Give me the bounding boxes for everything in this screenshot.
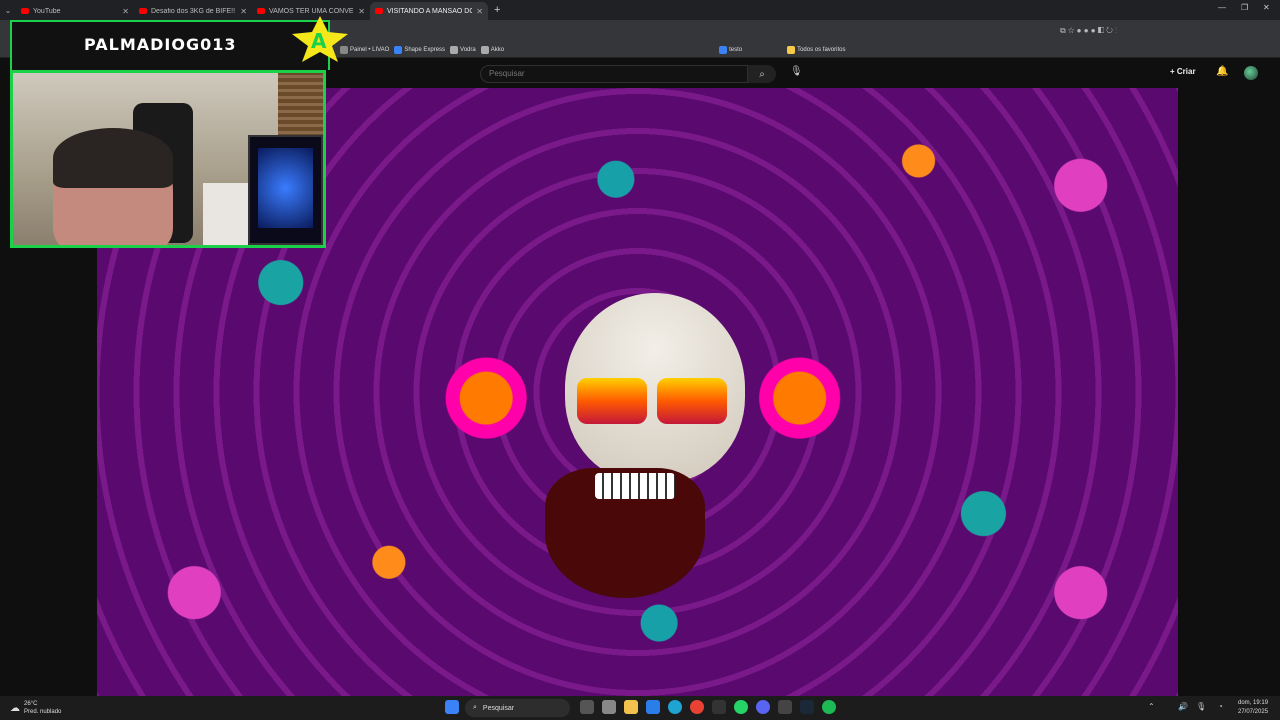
microphone-icon[interactable]: 🎙 [1196, 702, 1206, 711]
store-icon[interactable] [602, 700, 616, 714]
search-input[interactable]: Pesquisar [480, 65, 748, 83]
app-icon[interactable] [646, 700, 660, 714]
browser-tab-strip: ⌄ YouTube ✕ Desafio dos 3KG de BIFE!! Pa… [0, 0, 1280, 20]
volume-icon[interactable]: 🔊 [1178, 702, 1188, 711]
tab-desafio[interactable]: Desafio dos 3KG de BIFE!! Parte ✕ [134, 2, 252, 20]
task-view-icon[interactable] [580, 700, 594, 714]
bookmark-testo[interactable]: testo [719, 45, 742, 54]
bookmark-akko[interactable]: Akko [480, 45, 504, 54]
close-icon[interactable]: ✕ [240, 7, 247, 16]
extensions-icon[interactable]: ⧉ ☆ ● ● ● ◧ ↻ ⋮ [1060, 26, 1117, 36]
notifications-bell-icon[interactable]: 🔔 [1216, 66, 1228, 77]
webcam-feed [10, 70, 326, 248]
taskbar-search[interactable]: ⌕ Pesquisar [465, 699, 570, 717]
new-tab-button[interactable]: + [494, 4, 500, 16]
close-icon[interactable]: ✕ [358, 7, 365, 16]
bookmark-icon [480, 45, 489, 54]
youtube-icon [139, 8, 147, 14]
steam-icon[interactable] [800, 700, 814, 714]
cloud-icon: ☁ [10, 702, 20, 714]
search-icon: ⌕ [473, 704, 477, 711]
teeth-graphic [595, 473, 675, 499]
spotify-icon[interactable] [822, 700, 836, 714]
streamer-logo-icon: A [292, 16, 348, 62]
windows-taskbar: ☁ 26°C Pred. nublado ⌕ Pesquisar ⌃ 🔊 🎙 ◔ … [0, 696, 1280, 720]
chevron-up-icon[interactable]: ⌃ [1148, 702, 1155, 711]
tab-youtube[interactable]: YouTube ✕ [16, 2, 134, 20]
youtube-icon [21, 8, 29, 14]
edge-icon[interactable] [668, 700, 682, 714]
tab-search-chevron-icon[interactable]: ⌄ [0, 6, 16, 15]
file-explorer-icon[interactable] [624, 700, 638, 714]
youtube-icon [257, 8, 265, 14]
system-clock[interactable]: dom, 19:19 27/07/2025 [1238, 699, 1268, 717]
sunglasses-graphic [567, 378, 737, 428]
tab-title: YouTube [33, 7, 61, 15]
youtube-icon [375, 8, 383, 14]
maximize-icon[interactable]: ❐ [1241, 3, 1248, 12]
wifi-icon[interactable]: ◔ [1218, 702, 1223, 711]
streamer-name: PALMADIOG013 [84, 35, 237, 54]
discord-icon[interactable] [756, 700, 770, 714]
search-icon: ⌕ [759, 68, 765, 80]
bookmark-all-favorites[interactable]: Todos os favoritos [787, 45, 845, 54]
tab-title: Desafio dos 3KG de BIFE!! Parte [151, 7, 236, 15]
folder-icon [787, 45, 796, 54]
svg-text:A: A [311, 29, 327, 53]
avatar[interactable] [1244, 66, 1258, 80]
bookmark-icon [450, 45, 459, 54]
settings-icon[interactable] [778, 700, 792, 714]
close-icon[interactable]: ✕ [122, 7, 129, 16]
chrome-icon[interactable] [690, 700, 704, 714]
minimize-icon[interactable]: — [1218, 3, 1226, 12]
close-icon[interactable]: ✕ [476, 7, 483, 16]
bookmark-shape-express[interactable]: Shape Express [394, 45, 445, 54]
app-icon[interactable] [712, 700, 726, 714]
windows-start-icon[interactable] [445, 700, 459, 714]
tab-visitando-active[interactable]: VISITANDO A MANSÃO DO ✕ [370, 2, 488, 20]
weather-widget[interactable]: ☁ 26°C Pred. nublado [10, 700, 61, 716]
create-button[interactable]: + Criar [1170, 67, 1196, 76]
bookmark-vodra[interactable]: Vodra [450, 45, 476, 54]
bookmark-icon [719, 45, 728, 54]
microphone-icon[interactable]: 🎙 [790, 66, 803, 77]
whatsapp-icon[interactable] [734, 700, 748, 714]
window-close-icon[interactable]: ✕ [1263, 3, 1270, 12]
search-button[interactable]: ⌕ [748, 65, 776, 83]
bookmark-icon [394, 45, 403, 54]
tab-title: VISITANDO A MANSÃO DO [387, 7, 473, 15]
